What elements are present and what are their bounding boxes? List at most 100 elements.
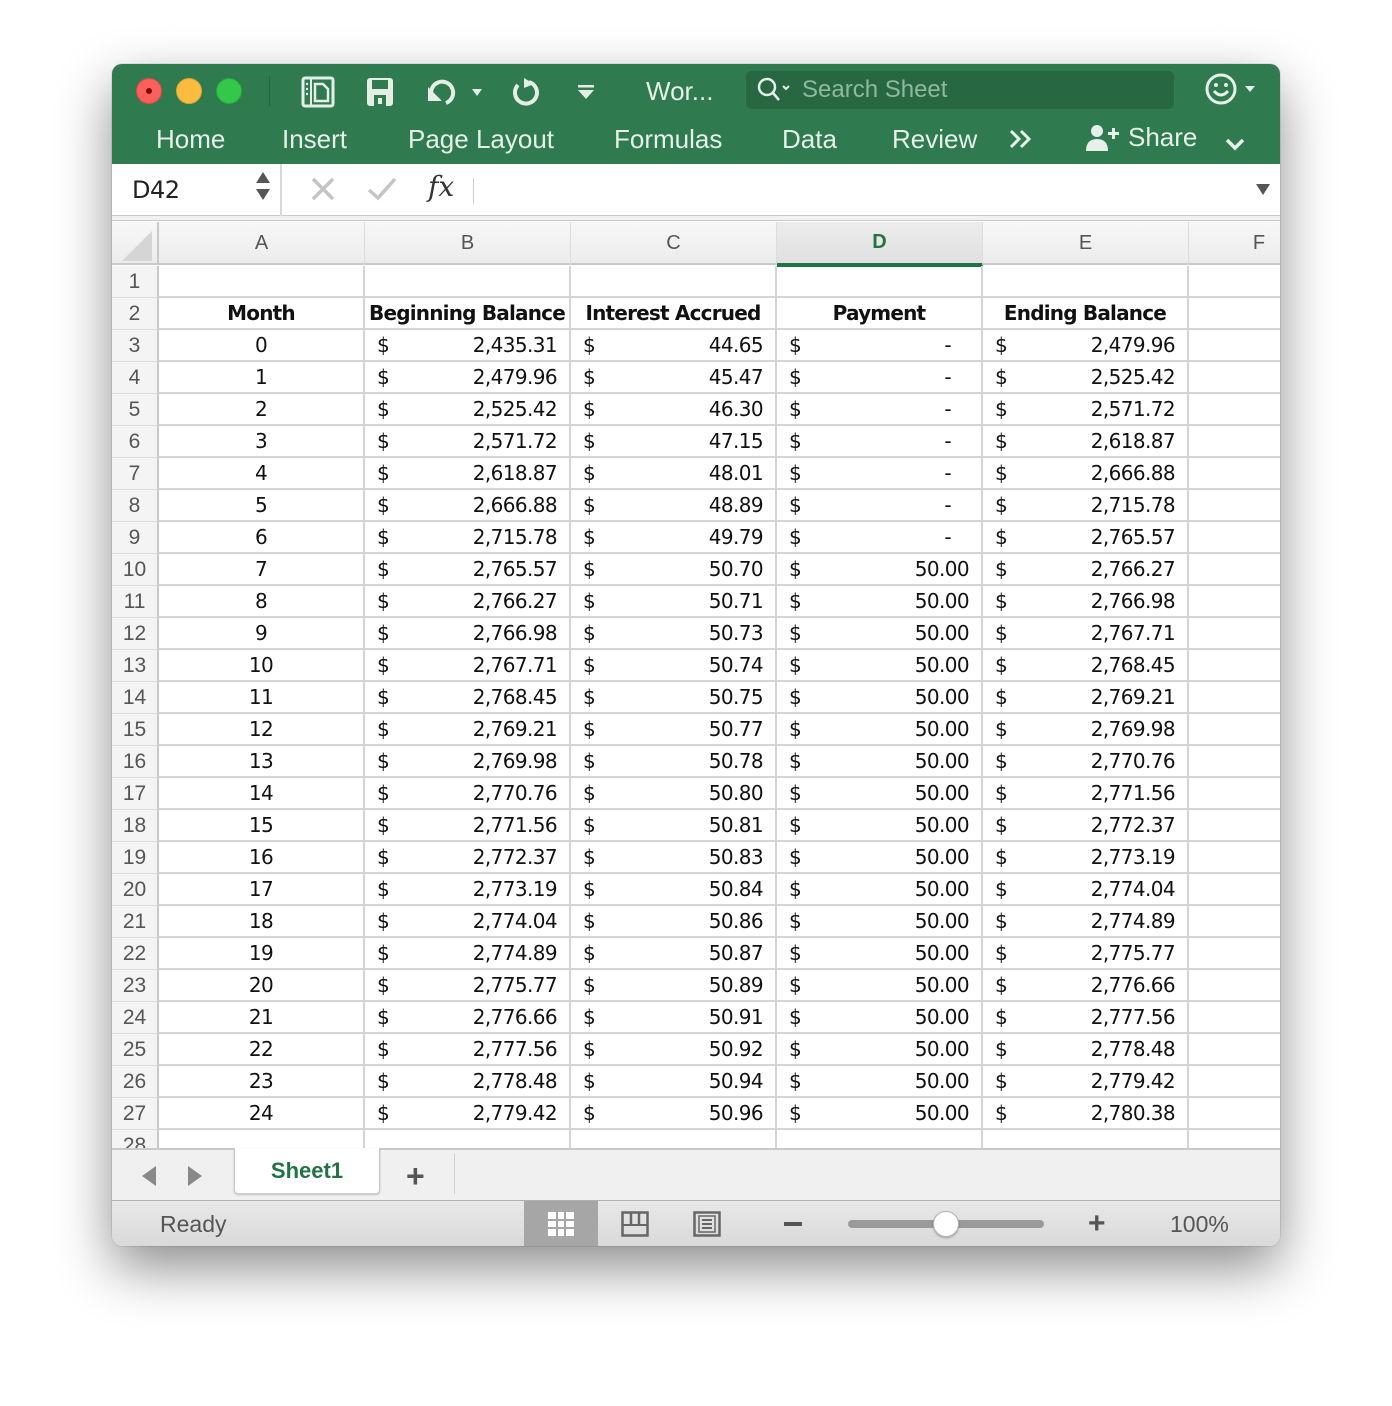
cell-e5[interactable]: $2,571.72	[983, 394, 1189, 426]
cell-d9[interactable]: $ -	[777, 522, 983, 554]
previous-sheet-arrow-icon[interactable]	[142, 1166, 156, 1186]
cell-d7[interactable]: $ -	[777, 458, 983, 490]
cell-b11[interactable]: $2,766.27	[365, 586, 571, 618]
cell-e13[interactable]: $2,768.45	[983, 650, 1189, 682]
cell-d12[interactable]: $50.00	[777, 618, 983, 650]
row-header[interactable]: 6	[112, 426, 159, 458]
cell-c10[interactable]: $50.70	[571, 554, 777, 586]
cell-b14[interactable]: $2,768.45	[365, 682, 571, 714]
cell-e21[interactable]: $2,774.89	[983, 906, 1189, 938]
cell-b17[interactable]: $2,770.76	[365, 778, 571, 810]
cell-d25[interactable]: $50.00	[777, 1034, 983, 1066]
formula-input[interactable]	[484, 172, 1244, 208]
cell-f14[interactable]	[1189, 682, 1280, 714]
cell-c16[interactable]: $50.78	[571, 746, 777, 778]
close-window-button[interactable]	[136, 78, 162, 104]
cell-d18[interactable]: $50.00	[777, 810, 983, 842]
cell-c11[interactable]: $50.71	[571, 586, 777, 618]
cell-c9[interactable]: $49.79	[571, 522, 777, 554]
toggle-sidebar-button[interactable]	[300, 72, 336, 112]
cell-f26[interactable]	[1189, 1066, 1280, 1098]
undo-button[interactable]	[422, 72, 488, 112]
tab-formulas[interactable]: Formulas	[614, 124, 722, 155]
cell-a9[interactable]: 6	[159, 522, 365, 554]
cell-b18[interactable]: $2,771.56	[365, 810, 571, 842]
cell-f22[interactable]	[1189, 938, 1280, 970]
row-header[interactable]: 18	[112, 810, 159, 842]
cell-a22[interactable]: 19	[159, 938, 365, 970]
cell-f1[interactable]	[1189, 266, 1280, 298]
search-sheet-box[interactable]	[746, 71, 1174, 109]
cell-d14[interactable]: $50.00	[777, 682, 983, 714]
row-header[interactable]: 23	[112, 970, 159, 1002]
tab-insert[interactable]: Insert	[282, 124, 347, 155]
cell-f25[interactable]	[1189, 1034, 1280, 1066]
more-tabs-button[interactable]	[1008, 126, 1034, 157]
cell-f15[interactable]	[1189, 714, 1280, 746]
cell-c23[interactable]: $50.89	[571, 970, 777, 1002]
row-header[interactable]: 4	[112, 362, 159, 394]
cell-b28[interactable]	[365, 1130, 571, 1148]
cell-f12[interactable]	[1189, 618, 1280, 650]
cell-a12[interactable]: 9	[159, 618, 365, 650]
cell-b9[interactable]: $2,715.78	[365, 522, 571, 554]
cell-c13[interactable]: $50.74	[571, 650, 777, 682]
cell-b22[interactable]: $2,774.89	[365, 938, 571, 970]
tab-home[interactable]: Home	[156, 124, 225, 155]
cell-d11[interactable]: $50.00	[777, 586, 983, 618]
cell-f28[interactable]	[1189, 1130, 1280, 1148]
cell-e14[interactable]: $2,769.21	[983, 682, 1189, 714]
cell-f17[interactable]	[1189, 778, 1280, 810]
cell-f10[interactable]	[1189, 554, 1280, 586]
cell-c19[interactable]: $50.83	[571, 842, 777, 874]
cell-d22[interactable]: $50.00	[777, 938, 983, 970]
cell-d1[interactable]	[777, 266, 983, 298]
cell-d13[interactable]: $50.00	[777, 650, 983, 682]
row-header[interactable]: 20	[112, 874, 159, 906]
cell-f7[interactable]	[1189, 458, 1280, 490]
cell-c17[interactable]: $50.80	[571, 778, 777, 810]
tab-data[interactable]: Data	[782, 124, 837, 155]
cell-e15[interactable]: $2,769.98	[983, 714, 1189, 746]
cell-d15[interactable]: $50.00	[777, 714, 983, 746]
cell-b23[interactable]: $2,775.77	[365, 970, 571, 1002]
search-icon[interactable]	[756, 76, 792, 104]
cell-c4[interactable]: $45.47	[571, 362, 777, 394]
cell-c21[interactable]: $50.86	[571, 906, 777, 938]
cell-f19[interactable]	[1189, 842, 1280, 874]
cell-b27[interactable]: $2,779.42	[365, 1098, 571, 1130]
row-header[interactable]: 19	[112, 842, 159, 874]
cell-a23[interactable]: 20	[159, 970, 365, 1002]
header-payment[interactable]: Payment	[777, 298, 983, 330]
cell-b21[interactable]: $2,774.04	[365, 906, 571, 938]
cell-f23[interactable]	[1189, 970, 1280, 1002]
zoom-slider-handle[interactable]	[933, 1211, 959, 1237]
header-beginning-balance[interactable]: Beginning Balance	[365, 298, 571, 330]
column-header-f[interactable]: F	[1189, 222, 1280, 265]
cell-a18[interactable]: 15	[159, 810, 365, 842]
row-header[interactable]: 21	[112, 906, 159, 938]
cell-e24[interactable]: $2,777.56	[983, 1002, 1189, 1034]
cell-c27[interactable]: $50.96	[571, 1098, 777, 1130]
cell-a28[interactable]	[159, 1130, 365, 1148]
expand-formula-bar-icon[interactable]	[1256, 184, 1270, 195]
row-header[interactable]: 17	[112, 778, 159, 810]
row-header[interactable]: 14	[112, 682, 159, 714]
cell-c20[interactable]: $50.84	[571, 874, 777, 906]
cell-e16[interactable]: $2,770.76	[983, 746, 1189, 778]
column-header-b[interactable]: B	[365, 222, 571, 265]
cell-c1[interactable]	[571, 266, 777, 298]
cell-d17[interactable]: $50.00	[777, 778, 983, 810]
zoom-level[interactable]: 100%	[1170, 1211, 1229, 1238]
column-header-a[interactable]: A	[159, 222, 365, 265]
cell-a6[interactable]: 3	[159, 426, 365, 458]
row-header[interactable]: 25	[112, 1034, 159, 1066]
cell-c26[interactable]: $50.94	[571, 1066, 777, 1098]
cell-a26[interactable]: 23	[159, 1066, 365, 1098]
row-header[interactable]: 7	[112, 458, 159, 490]
cell-e1[interactable]	[983, 266, 1189, 298]
cell-e17[interactable]: $2,771.56	[983, 778, 1189, 810]
cell-a20[interactable]: 17	[159, 874, 365, 906]
cell-e4[interactable]: $2,525.42	[983, 362, 1189, 394]
cell-b24[interactable]: $2,776.66	[365, 1002, 571, 1034]
